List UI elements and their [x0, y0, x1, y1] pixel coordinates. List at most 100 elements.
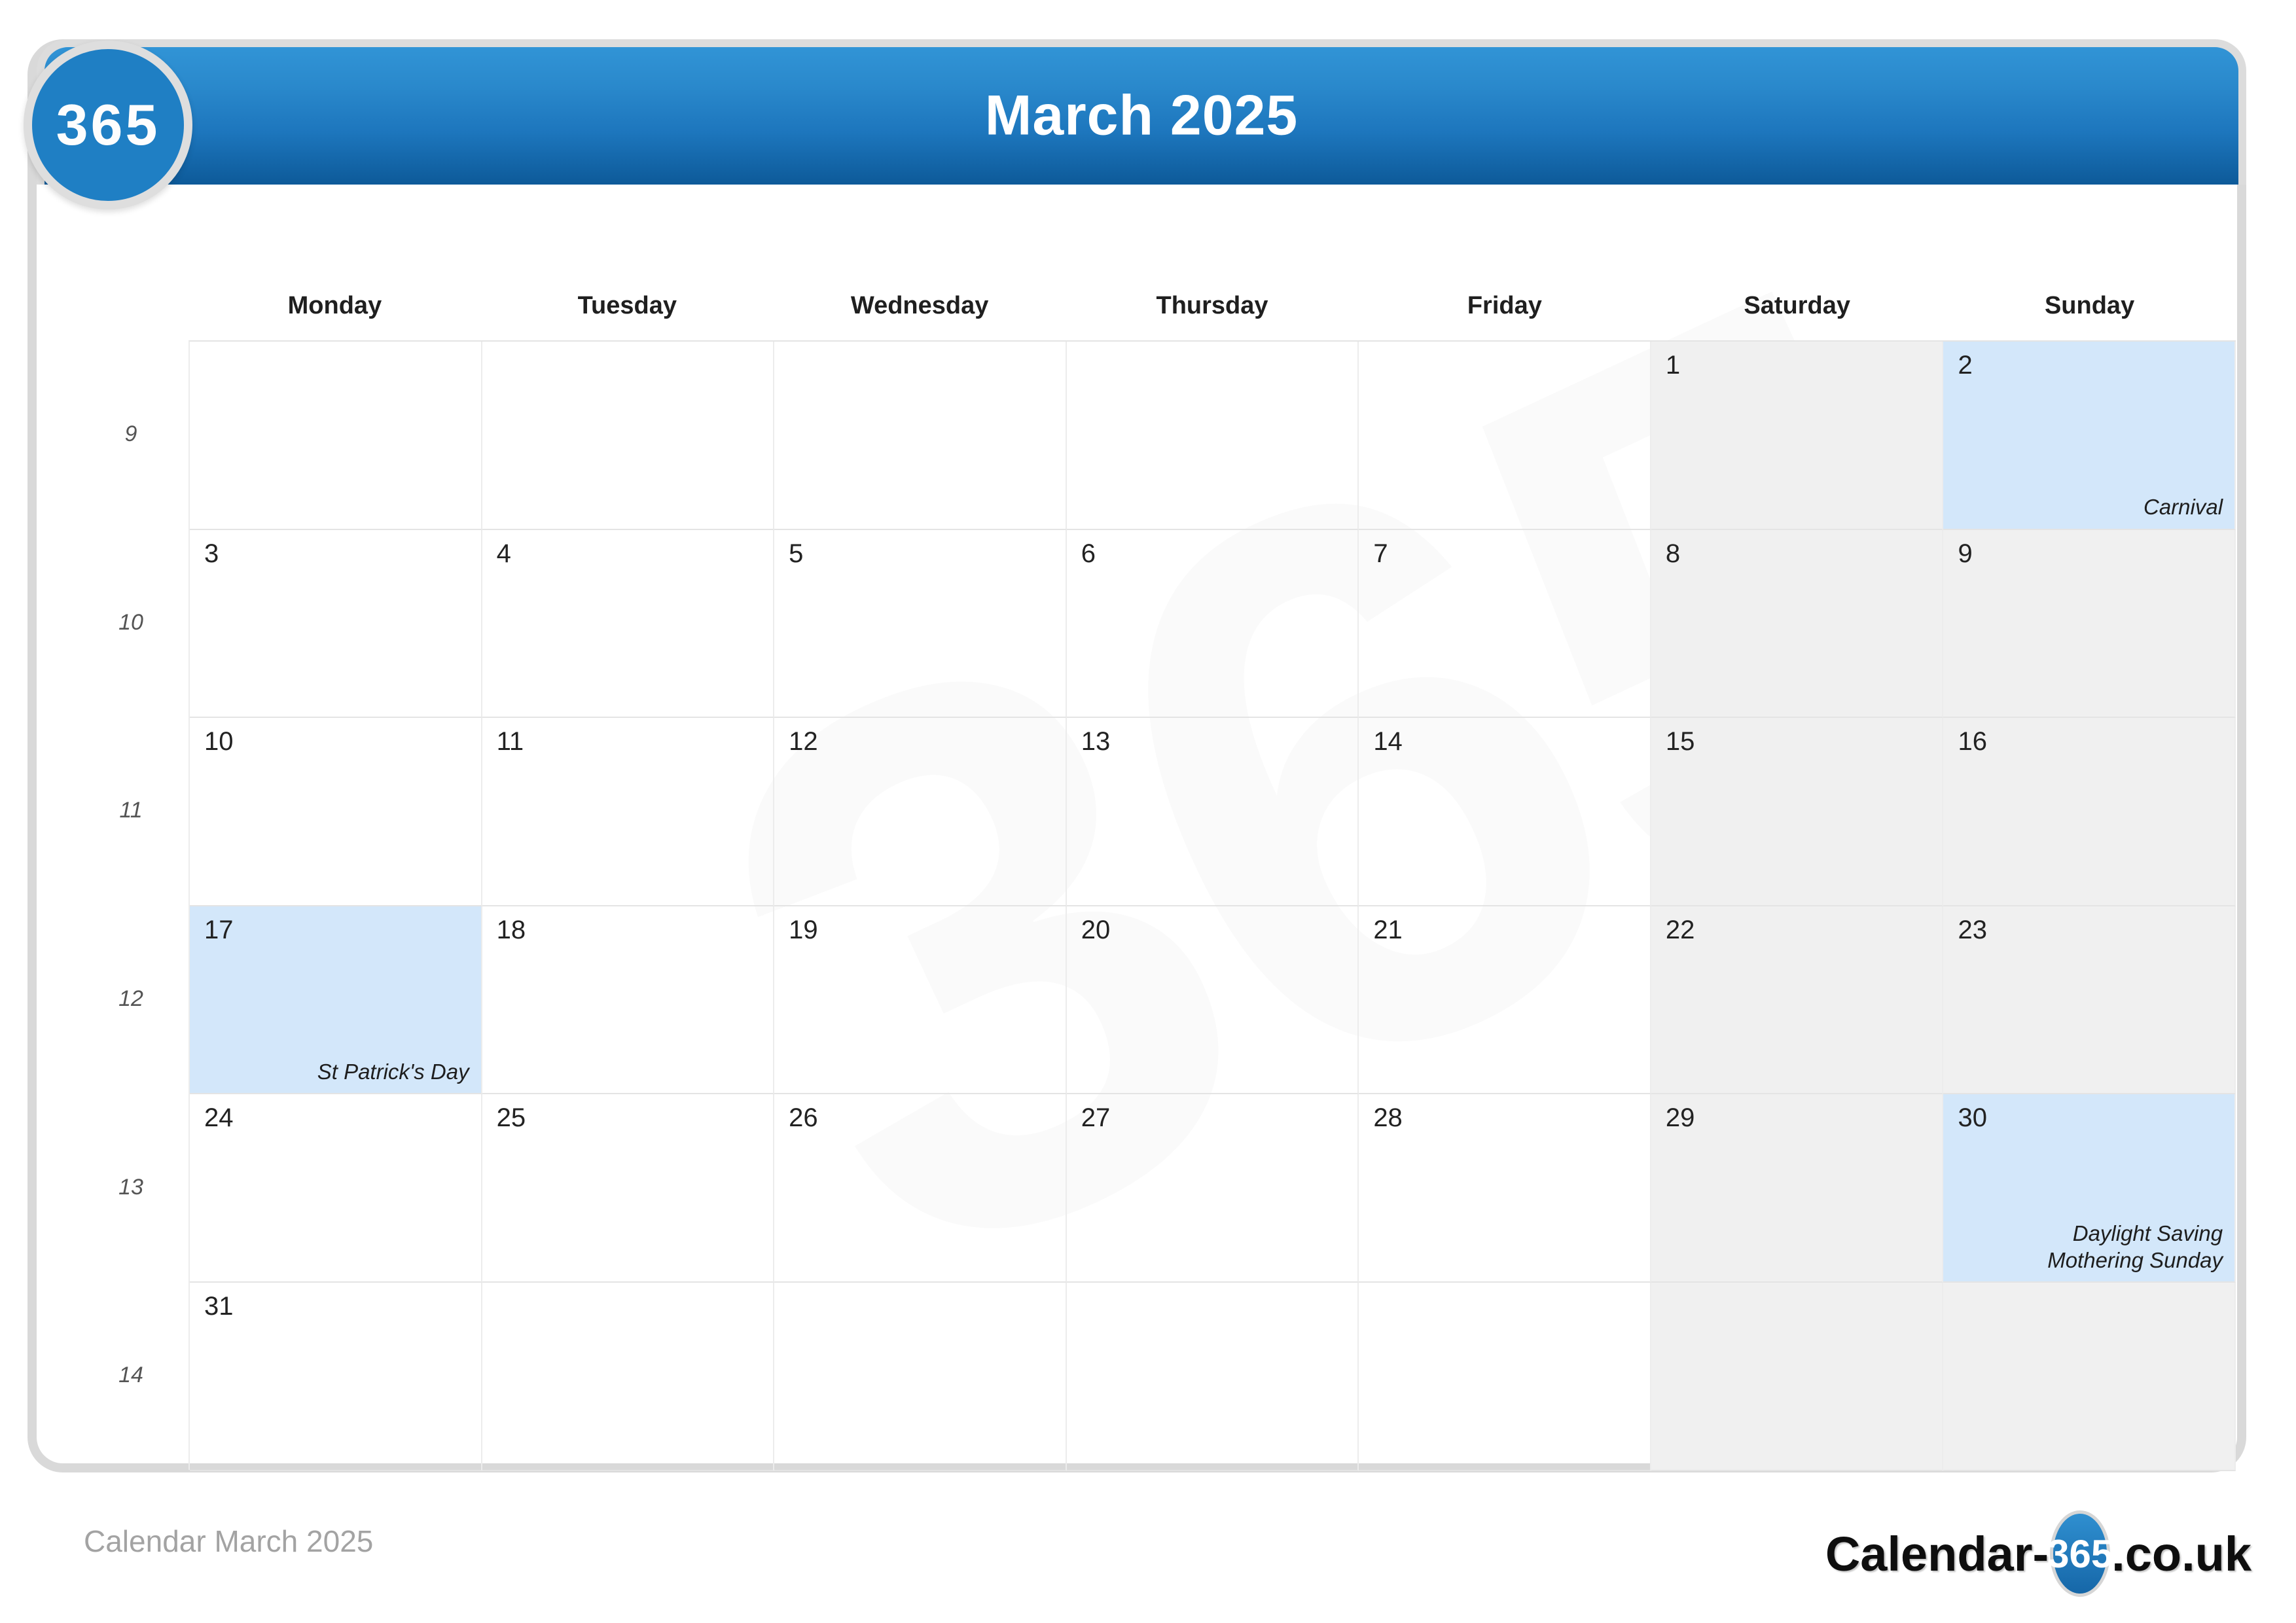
- day-cell-empty: [1651, 1282, 1944, 1471]
- week-number-column: 9 10 11 12 13 14: [73, 340, 188, 1470]
- day-cell[interactable]: 10: [190, 718, 482, 906]
- day-cell[interactable]: 19: [774, 906, 1067, 1095]
- week-number-cell: 12: [118, 986, 143, 1012]
- day-cell[interactable]: 31: [190, 1282, 482, 1471]
- day-cell[interactable]: 17 St Patrick's Day: [190, 906, 482, 1095]
- day-cell[interactable]: 12: [774, 718, 1067, 906]
- day-event-list: St Patrick's Day: [317, 1059, 469, 1085]
- weekday-header-monday: Monday: [287, 292, 382, 319]
- day-number: 9: [1958, 539, 1973, 568]
- day-number: 16: [1958, 727, 1987, 757]
- day-cell[interactable]: 11: [482, 718, 775, 906]
- day-number: 1: [1665, 351, 1681, 380]
- day-cell[interactable]: 3: [190, 529, 482, 719]
- day-number: 14: [1373, 727, 1403, 757]
- weekday-header-saturday: Saturday: [1744, 292, 1851, 319]
- calendar-week-row: 24 25 26 27 28 29 30 Daylight Saving Mothering S…: [190, 1094, 2236, 1283]
- day-cell[interactable]: 21: [1359, 906, 1651, 1095]
- day-number: 20: [1081, 915, 1111, 944]
- footer-logo-suffix: .co.uk: [2111, 1526, 2251, 1581]
- page-footer: Calendar March 2025 Calendar- 365 .co.uk: [0, 1499, 2296, 1623]
- day-cell-empty: [1066, 1282, 1359, 1471]
- day-number: 8: [1665, 539, 1681, 568]
- day-number: 15: [1665, 727, 1695, 757]
- day-number: 19: [789, 915, 818, 944]
- day-cell-empty: [1359, 342, 1651, 530]
- day-cell[interactable]: 29: [1651, 1094, 1944, 1283]
- day-event-list: Daylight Saving Mothering Sunday: [2047, 1221, 2223, 1274]
- day-number: 25: [496, 1103, 526, 1133]
- day-number: 2: [1958, 351, 1973, 380]
- day-cell[interactable]: 18: [482, 906, 775, 1095]
- day-cell[interactable]: 9: [1943, 529, 2236, 719]
- day-number: 3: [204, 539, 219, 568]
- calendar-week-row: 10 11 12 13 14 15 16: [190, 718, 2236, 906]
- day-cell[interactable]: 6: [1066, 529, 1359, 719]
- day-event-list: Carnival: [2144, 494, 2223, 520]
- day-number: 27: [1081, 1103, 1111, 1133]
- calendar-body: 3 6 5 Monday Tuesday Wednesday Thursday Friday…: [73, 124, 2283, 1513]
- week-number-cell: 10: [118, 609, 143, 635]
- day-event-label: Carnival: [2144, 495, 2223, 520]
- day-cell[interactable]: 7: [1359, 529, 1651, 719]
- day-cell-empty: [482, 342, 775, 530]
- calendar-card: 365 Monday Tuesday Wednesday Thursday Friday…: [27, 39, 2246, 1472]
- calendar-header-bar: March 2025: [37, 39, 2246, 185]
- day-number: 28: [1373, 1103, 1403, 1133]
- day-number: 30: [1958, 1103, 1987, 1133]
- weekday-header-friday: Friday: [1467, 292, 1542, 319]
- day-number: 10: [204, 727, 234, 757]
- day-event-label: Daylight Saving: [2072, 1221, 2223, 1246]
- calendar-week-row: 1 2 Carnival: [190, 342, 2236, 530]
- day-cell[interactable]: 22: [1651, 906, 1944, 1095]
- day-number: 23: [1958, 915, 1987, 944]
- day-cell[interactable]: 4: [482, 529, 775, 719]
- day-cell-empty: [190, 342, 482, 530]
- day-number: 26: [789, 1103, 818, 1133]
- day-number: 17: [204, 915, 234, 944]
- day-cell[interactable]: 16: [1943, 718, 2236, 906]
- calendar-week-row: 31: [190, 1282, 2236, 1471]
- footer-logo[interactable]: Calendar- 365 .co.uk: [1825, 1510, 2251, 1597]
- day-number: 22: [1665, 915, 1695, 944]
- day-cell[interactable]: 23: [1943, 906, 2236, 1095]
- day-number: 6: [1081, 539, 1096, 568]
- week-number-cell: 9: [124, 421, 137, 447]
- day-event-label: Mothering Sunday: [2047, 1247, 2223, 1272]
- page-title: March 2025: [984, 84, 1299, 147]
- brand-badge-label: 365: [56, 92, 160, 157]
- day-cell[interactable]: 14: [1359, 718, 1651, 906]
- week-number-cell: 13: [118, 1174, 143, 1200]
- day-number: 18: [496, 915, 526, 944]
- calendar-week-row: 3 4 5 6 7 8 9: [190, 529, 2236, 719]
- day-cell[interactable]: 15: [1651, 718, 1944, 906]
- day-cell-empty: [1066, 342, 1359, 530]
- day-event-label: St Patrick's Day: [317, 1060, 469, 1084]
- day-cell[interactable]: 24: [190, 1094, 482, 1283]
- day-cell[interactable]: 1: [1651, 342, 1944, 530]
- day-number: 5: [789, 539, 804, 568]
- day-cell[interactable]: 5: [774, 529, 1067, 719]
- calendar-week-row: 17 St Patrick's Day 18 19 20 21 22 23: [190, 906, 2236, 1095]
- day-cell-empty: [774, 342, 1067, 530]
- day-cell[interactable]: 20: [1066, 906, 1359, 1095]
- day-cell-empty: [1943, 1282, 2236, 1471]
- footer-logo-badge-365: 365: [2047, 1510, 2113, 1597]
- day-cell-empty: [774, 1282, 1067, 1471]
- footer-caption: Calendar March 2025: [84, 1524, 374, 1558]
- day-cell-empty: [1359, 1282, 1651, 1471]
- day-cell[interactable]: 27: [1066, 1094, 1359, 1283]
- day-cell[interactable]: 25: [482, 1094, 775, 1283]
- day-number: 4: [496, 539, 511, 568]
- week-number-cell: 14: [118, 1363, 143, 1388]
- day-cell[interactable]: 8: [1651, 529, 1944, 719]
- day-cell[interactable]: 28: [1359, 1094, 1651, 1283]
- day-number: 29: [1665, 1103, 1695, 1133]
- calendar-grid: 1 2 Carnival 3 4 5 6 7 8 9 10 11 12 13 14 15 16 17 St Patr…: [188, 340, 2236, 1471]
- weekday-header-wednesday: Wednesday: [850, 292, 989, 319]
- day-cell[interactable]: 13: [1066, 718, 1359, 906]
- day-cell[interactable]: 26: [774, 1094, 1067, 1283]
- day-cell[interactable]: 2 Carnival: [1943, 342, 2236, 530]
- day-cell[interactable]: 30 Daylight Saving Mothering Sunday: [1943, 1094, 2236, 1283]
- day-number: 21: [1373, 915, 1403, 944]
